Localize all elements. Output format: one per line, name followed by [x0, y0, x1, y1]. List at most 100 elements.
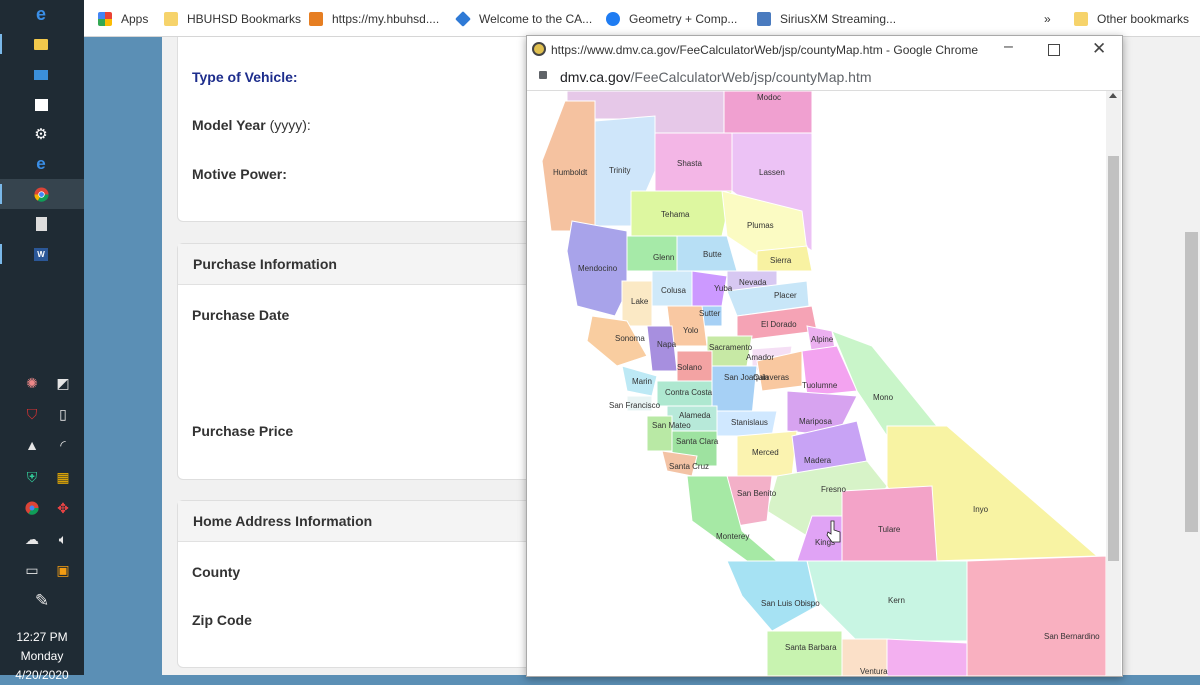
county-label: Contra Costa: [665, 388, 713, 397]
bookmark-label: Welcome to the CA...: [479, 12, 593, 26]
county-label: Alpine: [811, 335, 834, 344]
county-label: Stanislaus: [731, 418, 768, 427]
county-label: Inyo: [973, 505, 989, 514]
app-tray-icon[interactable]: ✺: [20, 372, 44, 394]
county-humboldt: [541, 100, 596, 232]
popup-titlebar[interactable]: https://www.dmv.ca.gov/FeeCalculatorWeb/…: [527, 36, 1122, 64]
county-label: Alameda: [679, 411, 711, 420]
orange-app-icon[interactable]: ▣: [51, 559, 75, 581]
popup-scrollbar-thumb[interactable]: [1108, 156, 1119, 561]
county-label: Fresno: [821, 485, 846, 494]
county-label: Monterey: [716, 532, 749, 541]
county-kern: [806, 560, 968, 642]
bookmark-label: https://my.hbuhsd....: [332, 12, 440, 26]
dropbox-icon[interactable]: ✥: [51, 497, 75, 519]
page-scrollbar-thumb[interactable]: [1185, 232, 1198, 532]
internet-explorer-icon[interactable]: e: [28, 153, 54, 175]
bookmark-geometry[interactable]: Geometry + Comp...: [606, 10, 737, 28]
county-label: Marin: [632, 377, 652, 386]
county-label: Yolo: [683, 326, 699, 335]
mail-icon[interactable]: [28, 64, 54, 86]
defender-icon[interactable]: ⛨: [20, 466, 44, 488]
siriusxm-icon: [757, 12, 771, 26]
county-label: San Mateo: [652, 421, 691, 430]
model-year-label: Model Year (yyyy):: [192, 117, 311, 133]
county-label: Modoc: [757, 93, 781, 102]
apps-bookmark[interactable]: Apps: [98, 10, 148, 28]
torch-icon: [309, 12, 323, 26]
popup-scrollbar[interactable]: [1106, 91, 1121, 676]
county-label: Mono: [873, 393, 894, 402]
county-label: Tuolumne: [802, 381, 838, 390]
model-year-hint: (yyyy):: [269, 117, 311, 133]
minimize-icon[interactable]: –: [1004, 38, 1013, 56]
other-bookmarks-label: Other bookmarks: [1097, 12, 1190, 26]
popup-url-text: dmv.ca.gov/FeeCalculatorWeb/jsp/countyMa…: [560, 69, 872, 85]
pen-icon[interactable]: ✎: [30, 590, 54, 612]
county-label: Shasta: [677, 159, 702, 168]
popup-address-bar[interactable]: dmv.ca.gov/FeeCalculatorWeb/jsp/countyMa…: [527, 64, 1122, 91]
lock-icon: [539, 71, 547, 79]
store-icon[interactable]: [28, 94, 54, 116]
zip-code-label: Zip Code: [192, 612, 252, 628]
clock[interactable]: 12:27 PM Monday 4/20/2020: [0, 628, 84, 685]
purchase-price-label: Purchase Price: [192, 423, 294, 439]
county-label: San Benito: [737, 489, 777, 498]
close-icon[interactable]: ✕: [1092, 39, 1106, 59]
bookmark-hbuhsd-folder[interactable]: HBUHSD Bookmarks: [164, 10, 301, 28]
county-label: Sutter: [699, 309, 721, 318]
county-map-svg[interactable]: Modoc Shasta Trinity Humboldt Lassen Teh…: [527, 91, 1106, 676]
bookmark-my-hbuhsd[interactable]: https://my.hbuhsd....: [309, 10, 439, 28]
county-label: Lake: [631, 297, 649, 306]
messenger-icon: [606, 12, 620, 26]
grid-app-icon[interactable]: ▦: [51, 466, 75, 488]
bookmark-welcome-ca[interactable]: Welcome to the CA...: [455, 10, 593, 28]
bookmark-siriusxm[interactable]: SiriusXM Streaming...: [757, 10, 896, 28]
motive-power-label: Motive Power:: [192, 166, 287, 182]
notes-icon[interactable]: ◩: [51, 372, 75, 394]
clock-time: 12:27 PM: [16, 630, 68, 644]
volume-icon[interactable]: 🔈︎: [51, 528, 75, 550]
county-label: Yuba: [714, 284, 733, 293]
keyboard-icon[interactable]: ▭: [20, 559, 44, 581]
wifi-icon[interactable]: ◜: [51, 434, 75, 456]
county-label: San Bernardino: [1044, 632, 1100, 641]
california-county-map[interactable]: Modoc Shasta Trinity Humboldt Lassen Teh…: [527, 91, 1106, 676]
other-bookmarks[interactable]: Other bookmarks: [1074, 10, 1189, 28]
drive-icon[interactable]: ▲: [20, 434, 44, 456]
bookmarks-overflow-button[interactable]: »: [1044, 10, 1051, 28]
county-label: Madera: [804, 456, 832, 465]
usb-icon[interactable]: ▯: [51, 403, 75, 425]
chrome-tray-icon[interactable]: [20, 497, 44, 519]
folder-icon: [1074, 12, 1088, 26]
dmv-favicon-icon: [532, 42, 546, 56]
pencil-icon: [455, 11, 471, 27]
maximize-icon[interactable]: [1048, 44, 1060, 56]
url-domain: dmv.ca.gov: [560, 69, 631, 85]
word-active-marker: [0, 244, 2, 264]
county-label: Sacramento: [709, 343, 753, 352]
file-explorer-icon[interactable]: [28, 33, 54, 55]
settings-gear-icon[interactable]: ⚙: [28, 123, 54, 145]
folder-icon: [164, 12, 178, 26]
edge-icon[interactable]: e: [28, 3, 54, 25]
word-icon[interactable]: W: [28, 243, 54, 265]
clock-day: Monday: [20, 649, 64, 663]
county-label: Tulare: [878, 525, 901, 534]
county-tulare: [841, 485, 938, 562]
onedrive-icon[interactable]: ☁: [20, 528, 44, 550]
county-label: Calaveras: [753, 373, 789, 382]
county-label: El Dorado: [761, 320, 797, 329]
apps-grid-icon: [98, 12, 112, 26]
calculator-icon[interactable]: [28, 213, 54, 235]
page-scrollbar[interactable]: [1183, 37, 1200, 675]
active-app-marker: [0, 34, 2, 54]
purchase-card: Purchase Information: [177, 243, 539, 480]
type-of-vehicle-label: Type of Vehicle:: [192, 69, 298, 85]
chrome-icon[interactable]: [28, 183, 54, 205]
county-label: Trinity: [609, 166, 630, 175]
mcafee-icon[interactable]: ⛉: [20, 403, 44, 425]
bookmarks-bar: Apps HBUHSD Bookmarks https://my.hbuhsd.…: [84, 0, 1200, 37]
apps-label: Apps: [121, 12, 149, 26]
scroll-up-arrow-icon[interactable]: [1109, 93, 1117, 98]
